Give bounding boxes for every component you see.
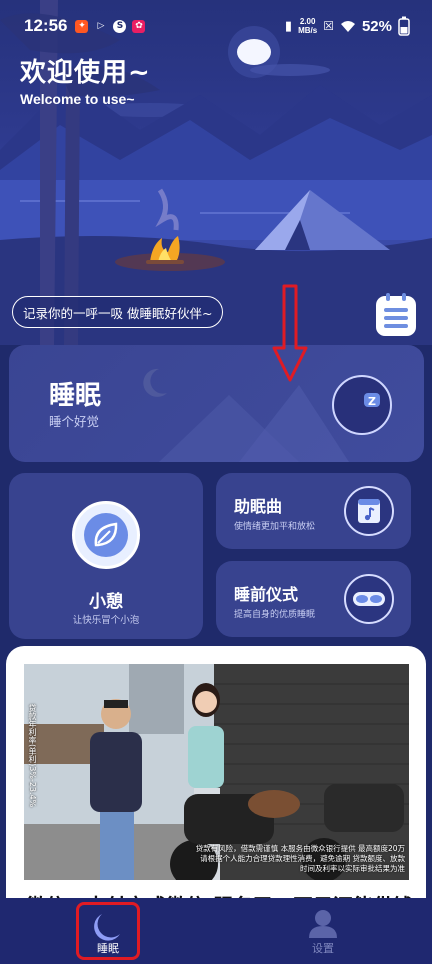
app-red-icon: ✦: [75, 19, 89, 33]
user-icon: [309, 910, 337, 938]
nav-settings-label: 设置: [312, 942, 334, 955]
nap-card[interactable]: 小憩 让快乐冒个小泡: [9, 473, 203, 639]
notebook-ring: [386, 293, 390, 301]
nav-tab-settings[interactable]: 设置: [283, 898, 363, 964]
sleep-music-subtitle: 使情绪更加平和放松: [234, 522, 316, 532]
bedtime-ritual-card[interactable]: 睡前仪式 提高自身的优质睡眠: [216, 561, 411, 637]
ad-panel[interactable]: 贷款年利率(单利)3%-23.4% 贷款有风险，借款需谨慎 本服务由微众银行提供…: [6, 646, 426, 906]
bottom-nav: 睡眠 设置: [0, 898, 432, 964]
hero-banner: 12:56 ✦ ▷ S ✿ ▮ 2.00 MB/s ☒ 52% 欢迎使用~ We…: [0, 0, 432, 345]
vibrate-icon: ▮: [284, 18, 293, 33]
annotation-arrow-icon: [272, 284, 308, 382]
app-play-icon: ▷: [97, 20, 105, 31]
status-bar: 12:56 ✦ ▷ S ✿ ▮ 2.00 MB/s ☒ 52%: [0, 0, 432, 52]
sleep-card-subtitle: 睡个好觉: [49, 414, 100, 429]
sleep-music-card[interactable]: 助眠曲 使情绪更加平和放松: [216, 473, 411, 549]
battery-percent: 52%: [361, 17, 392, 35]
nap-card-subtitle: 让快乐冒个小泡: [72, 615, 140, 626]
status-indicators: ▮ 2.00 MB/s ☒ 52%: [285, 16, 410, 36]
music-note-icon: [344, 486, 394, 536]
svg-text:Z: Z: [368, 395, 376, 408]
notebook-line: [384, 324, 408, 328]
sleep-mask-icon: [344, 574, 394, 624]
sleep-moon-icon: Z: [332, 375, 392, 435]
bedtime-ritual-subtitle: 提高自身的优质睡眠: [234, 610, 316, 620]
moon-icon: [94, 914, 120, 941]
ad-video-thumbnail[interactable]: 贷款年利率(单利)3%-23.4% 贷款有风险，借款需谨慎 本服务由微众银行提供…: [24, 664, 409, 880]
bedtime-ritual-title: 睡前仪式: [234, 585, 299, 604]
ad-disclaimer: 贷款有风险，借款需谨慎 本服务由微众银行提供 最高额度20万 请根据个人能力合理…: [195, 844, 405, 873]
nav-sleep-label: 睡眠: [97, 942, 119, 955]
battery-icon: [398, 16, 410, 36]
sleep-diary-button[interactable]: [376, 293, 416, 336]
ad-interest-rate-text: 贷款年利率(单利)3%-23.4%: [28, 704, 37, 808]
notebook-ring: [402, 293, 406, 301]
app-pink-icon: ✿: [132, 19, 146, 33]
sleep-card[interactable]: 睡眠 睡个好觉 Z: [9, 345, 424, 462]
net-speed-value: 2.00: [299, 17, 316, 26]
leaf-icon: [72, 501, 140, 569]
nap-card-title: 小憩: [89, 592, 123, 612]
app-s-icon: S: [113, 19, 127, 33]
sleep-music-title: 助眠曲: [234, 497, 283, 516]
network-speed: 2.00 MB/s: [298, 17, 317, 35]
notebook-line: [384, 308, 408, 312]
net-speed-unit: MB/s: [298, 26, 318, 35]
nav-tab-sleep[interactable]: 睡眠: [68, 898, 148, 964]
sleep-card-title: 睡眠: [49, 381, 102, 411]
notebook-line: [384, 316, 408, 320]
wifi-icon: [340, 20, 355, 32]
welcome-title: 欢迎使用~: [20, 58, 151, 88]
status-time: 12:56: [24, 16, 68, 35]
tagline-pill: 记录你的一呼一吸 做睡眠好伙伴~: [12, 296, 224, 328]
welcome-subtitle: Welcome to use~: [20, 91, 135, 107]
status-app-icons: ✦ ▷ S ✿: [75, 19, 146, 33]
sim-icon: ☒: [323, 19, 334, 33]
